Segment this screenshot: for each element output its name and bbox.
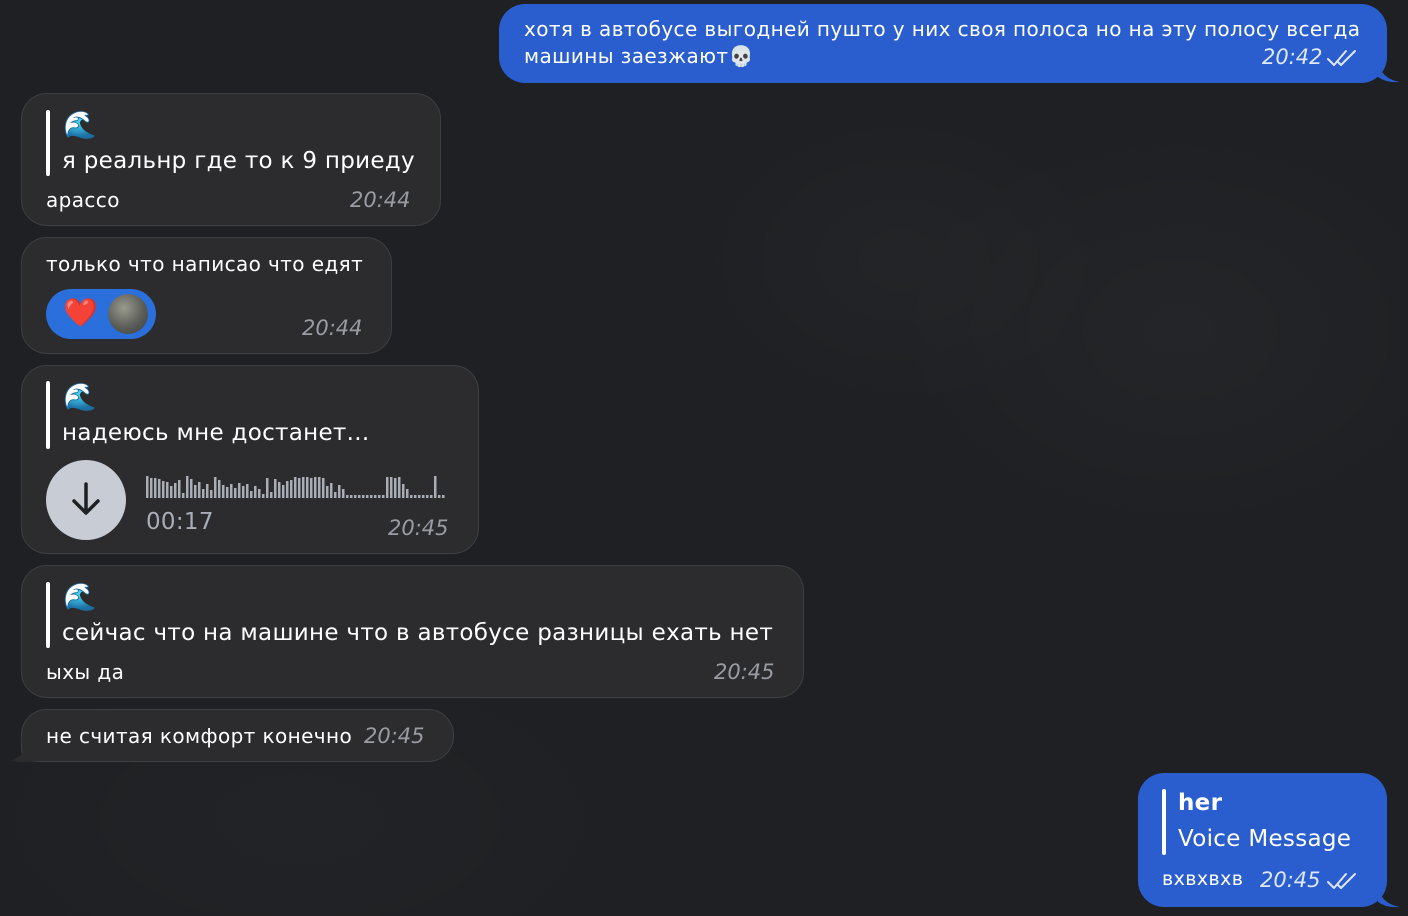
message-time: 20:45	[1260, 868, 1321, 892]
wave-emoji: 🌊	[63, 382, 97, 413]
message-time: 20:42	[1262, 45, 1323, 69]
bubble-tail	[1378, 63, 1400, 83]
reaction-pill[interactable]: ❤️	[46, 289, 156, 339]
quoted-text: сейчас что на машине что в автобусе разн…	[62, 620, 774, 646]
message-time: 20:45	[364, 724, 425, 748]
message-text: вхвхвхв	[1162, 868, 1244, 890]
quote-bar	[1162, 789, 1166, 855]
outgoing-message[interactable]: her Voice Message вхвхвхв 20:45	[1138, 773, 1387, 907]
quote-title: her	[1178, 790, 1223, 816]
quoted-text: Voice Message	[1178, 826, 1352, 852]
quote-bar	[46, 110, 50, 176]
heart-reaction-icon: ❤️	[63, 296, 98, 329]
incoming-message[interactable]: только что написао что едят ❤️ 20:44	[21, 237, 392, 354]
message-text: только что написао что едят	[46, 252, 364, 276]
bubble-tail	[1378, 888, 1400, 908]
avatar	[108, 294, 148, 334]
message-text-line: хотя в автобусе выгодней пушто у них сво…	[524, 17, 1361, 41]
message-text-line: машины заезжают💀	[524, 44, 754, 68]
quote-bar	[46, 381, 50, 449]
message-text: не считая комфорт конечно	[46, 724, 353, 748]
quoted-text: я реальнр где то к 9 приеду	[62, 148, 415, 174]
voice-waveform[interactable]	[146, 472, 446, 498]
wave-emoji: 🌊	[63, 110, 97, 141]
message-time: 20:44	[350, 188, 411, 212]
message-time: 20:45	[714, 660, 775, 684]
double-check-icon	[1327, 50, 1356, 66]
incoming-message[interactable]: не считая комфорт конечно 20:45	[21, 709, 454, 762]
voice-download-button[interactable]	[46, 460, 126, 540]
message-text: арассо	[46, 188, 120, 212]
voice-duration: 00:17	[146, 509, 214, 535]
incoming-message[interactable]: 🌊 надеюсь мне достанет... 00:17 20:45	[21, 365, 479, 554]
wave-emoji: 🌊	[63, 582, 97, 613]
message-time: 20:45	[388, 516, 449, 540]
incoming-message[interactable]: 🌊 сейчас что на машине что в автобусе ра…	[21, 565, 804, 698]
quoted-text: надеюсь мне достанет...	[62, 420, 370, 446]
skull-emoji: 💀	[728, 44, 754, 68]
incoming-message[interactable]: 🌊 я реальнр где то к 9 приеду арассо 20:…	[21, 93, 441, 226]
message-text: ыхы да	[46, 660, 125, 684]
arrow-down-icon	[72, 482, 100, 515]
bubble-tail	[11, 739, 39, 762]
message-time: 20:44	[302, 316, 363, 340]
double-check-icon	[1327, 873, 1356, 889]
outgoing-message[interactable]: хотя в автобусе выгодней пушто у них сво…	[499, 4, 1387, 83]
quote-bar	[46, 582, 50, 648]
